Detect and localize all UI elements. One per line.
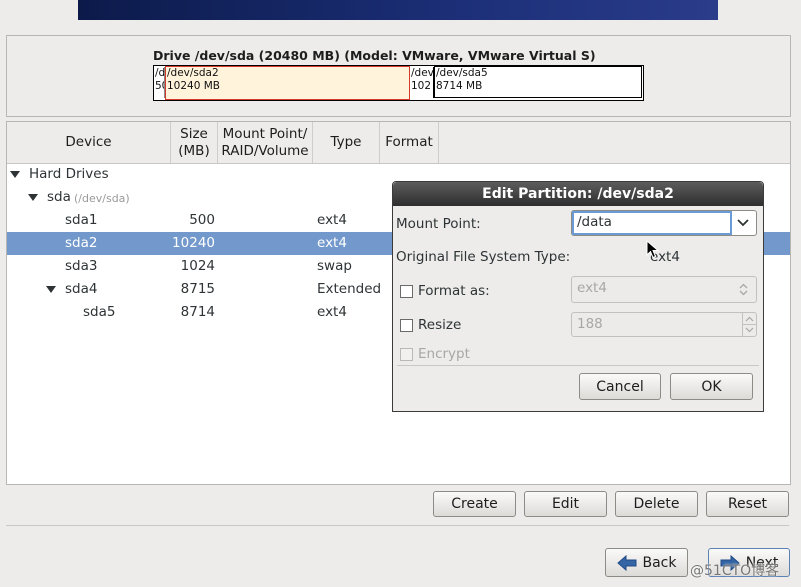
tree-header: Device Size (MB) Mount Point/ RAID/Volum… (7, 122, 790, 164)
spin-arrows-icon (743, 316, 756, 333)
mount-point-label: Mount Point: (396, 216, 481, 232)
chevron-down-icon (737, 219, 749, 227)
spin-buttons[interactable] (742, 313, 756, 336)
create-button[interactable]: Create (433, 491, 516, 517)
edit-partition-dialog: Edit Partition: /dev/sda2 Mount Point: /… (392, 181, 764, 412)
resize-label: Resize (418, 317, 462, 333)
watermark: @51CTO博客 (690, 563, 780, 579)
encrypt-label: Encrypt (418, 346, 470, 362)
mount-point-input[interactable]: /data (572, 211, 732, 235)
dialog-title: Edit Partition: /dev/sda2 (393, 182, 763, 206)
back-arrow-icon (616, 554, 636, 571)
column-header-format[interactable]: Format (380, 122, 439, 163)
drive-overview-panel: Drive /dev/sda (20480 MB) (Model: VMware… (6, 35, 791, 117)
mouse-cursor-icon (646, 240, 660, 259)
drive-partition-bar: /d 50 /dev/sda2 10240 MB /dev 102 /dev/s… (153, 65, 644, 101)
updown-arrow-icon (739, 283, 748, 296)
expander-triangle-icon[interactable] (28, 194, 38, 201)
partition-segment-sda1[interactable]: /d 50 (154, 67, 165, 98)
format-type-select[interactable]: ext4 (571, 276, 757, 303)
resize-spinbutton[interactable]: 188 (571, 312, 757, 337)
edit-button[interactable]: Edit (524, 491, 607, 517)
column-header-size[interactable]: Size (MB) (171, 122, 218, 163)
mount-point-dropdown-button[interactable] (730, 211, 756, 235)
partition-segment-sda2[interactable]: /dev/sda2 10240 MB (165, 66, 410, 100)
expander-triangle-icon[interactable] (10, 171, 20, 178)
separator (6, 525, 789, 526)
partition-segment-sda5[interactable]: /dev/sda5 8714 MB (434, 66, 642, 98)
drive-title: Drive /dev/sda (20480 MB) (Model: VMware… (153, 48, 596, 63)
partition-segment-sda3[interactable]: /dev 102 (410, 67, 434, 98)
mount-point-combo[interactable]: /data (571, 210, 757, 236)
delete-button[interactable]: Delete (615, 491, 698, 517)
column-header-device[interactable]: Device (7, 122, 171, 163)
installer-banner (78, 0, 718, 20)
original-fs-label: Original File System Type: (396, 249, 571, 265)
format-checkbox[interactable] (400, 285, 413, 298)
expander-triangle-icon[interactable] (46, 286, 56, 293)
column-header-mount-point[interactable]: Mount Point/ RAID/Volume (218, 122, 313, 163)
reset-button[interactable]: Reset (706, 491, 789, 517)
format-as-label: Format as: (418, 283, 490, 299)
resize-checkbox[interactable] (400, 319, 413, 332)
encrypt-checkbox[interactable] (400, 348, 413, 361)
back-button[interactable]: Back (605, 548, 688, 577)
cancel-button[interactable]: Cancel (579, 373, 661, 400)
dialog-separator (397, 365, 759, 366)
ok-button[interactable]: OK (670, 373, 753, 400)
column-header-type[interactable]: Type (313, 122, 380, 163)
